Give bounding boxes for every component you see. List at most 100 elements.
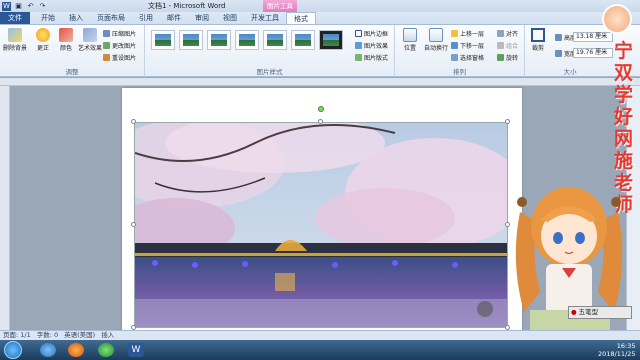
group-label-picture-styles: 图片样式 xyxy=(256,68,283,76)
change-picture-icon xyxy=(103,42,110,49)
picture-style-1[interactable] xyxy=(151,30,175,50)
bring-forward-button[interactable]: 上移一层 xyxy=(451,29,484,38)
send-backward-button[interactable]: 下移一层 xyxy=(451,41,484,50)
artistic-effects-icon xyxy=(83,28,97,42)
picture-style-4[interactable] xyxy=(235,30,259,50)
word-taskbar-icon[interactable]: W xyxy=(128,343,144,357)
bring-forward-icon xyxy=(451,30,458,37)
resize-handle-tl[interactable] xyxy=(131,119,136,124)
cherry-blossom-photo[interactable] xyxy=(134,122,508,328)
selection-pane-button[interactable]: 选择窗格 xyxy=(451,53,484,62)
crop-button[interactable]: 裁剪 xyxy=(527,28,549,52)
ribbon-tabs: 文件 开始 插入 页面布局 引用 邮件 审阅 视图 开发工具 格式 xyxy=(0,12,640,25)
ime-mode-icon: ● xyxy=(571,308,577,316)
remove-background-icon xyxy=(8,28,22,42)
picture-border-icon xyxy=(355,30,362,37)
photo-graphic xyxy=(135,123,507,327)
firefox-icon[interactable] xyxy=(68,343,84,357)
group-label-size: 大小 xyxy=(563,68,577,76)
picture-effects-icon xyxy=(355,42,362,49)
group-label-arrange: 排列 xyxy=(453,68,466,76)
resize-handle-ml[interactable] xyxy=(131,222,136,227)
width-icon xyxy=(555,50,562,57)
selection-pane-icon xyxy=(451,54,458,61)
picture-style-2[interactable] xyxy=(179,30,203,50)
status-mode[interactable]: 插入 xyxy=(101,331,114,340)
picture-style-7[interactable] xyxy=(319,30,343,50)
picture-style-3[interactable] xyxy=(207,30,231,50)
tab-file[interactable]: 文件 xyxy=(0,12,30,24)
group-size: 裁剪 高度: 13.18 厘米 宽度: 19.76 厘米 大小 xyxy=(525,25,615,77)
corrections-button[interactable]: 更正 xyxy=(32,28,54,52)
tab-developer[interactable]: 开发工具 xyxy=(244,12,286,24)
tab-page-layout[interactable]: 页面布局 xyxy=(90,12,132,24)
width-input[interactable]: 19.76 厘米 xyxy=(573,48,613,58)
resize-handle-tm[interactable] xyxy=(318,119,323,124)
group-button[interactable]: 组合 xyxy=(497,41,518,50)
ime-toolbar[interactable]: ● 五笔型 xyxy=(568,306,632,319)
height-input[interactable]: 13.18 厘米 xyxy=(573,32,613,42)
position-icon xyxy=(403,28,417,42)
window-title: 文档1 - Microsoft Word xyxy=(148,2,226,10)
picture-style-6[interactable] xyxy=(291,30,315,50)
taskbar-clock[interactable]: 16:35 2018/11/25 xyxy=(598,342,635,358)
tab-references[interactable]: 引用 xyxy=(132,12,160,24)
color-button[interactable]: 颜色 xyxy=(55,28,77,52)
crop-icon xyxy=(531,28,545,42)
horizontal-ruler[interactable] xyxy=(0,78,640,86)
taskbar: W 16:35 2018/11/25 xyxy=(0,340,640,360)
ribbon: 删除背景 更正 颜色 艺术效果 压缩图片 更改图片 重设图片 调整 图片边框 图… xyxy=(0,25,640,77)
ie-icon[interactable] xyxy=(40,343,56,357)
resize-handle-tr[interactable] xyxy=(505,119,510,124)
status-bar: 页面: 1/1 字数: 0 英语(美国) 插入 xyxy=(0,330,640,340)
app-icon[interactable] xyxy=(98,343,114,357)
group-label-adjust: 调整 xyxy=(65,68,79,76)
picture-border-button[interactable]: 图片边框 xyxy=(355,29,388,38)
tab-home[interactable]: 开始 xyxy=(34,12,62,24)
redo-icon[interactable]: ↷ xyxy=(38,2,47,11)
undo-icon[interactable]: ↶ xyxy=(26,2,35,11)
picture-style-5[interactable] xyxy=(263,30,287,50)
status-words[interactable]: 字数: 0 xyxy=(37,331,58,340)
start-button[interactable] xyxy=(4,341,22,359)
wrap-text-icon xyxy=(429,28,443,42)
align-icon xyxy=(497,30,504,37)
word-app-icon: W xyxy=(2,1,11,11)
position-button[interactable]: 位置 xyxy=(399,28,421,52)
artistic-effects-button[interactable]: 艺术效果 xyxy=(78,28,102,52)
remove-background-button[interactable]: 删除背景 xyxy=(2,28,28,52)
group-arrange: 位置 自动换行 上移一层 下移一层 选择窗格 对齐 组合 旋转 排列 xyxy=(395,25,525,77)
title-bar: W ▣ ↶ ↷ 文档1 - Microsoft Word 图片工具 xyxy=(0,0,640,12)
compress-icon xyxy=(103,30,110,37)
wrap-text-button[interactable]: 自动换行 xyxy=(423,28,449,52)
clock-date: 2018/11/25 xyxy=(598,350,636,358)
tab-review[interactable]: 审阅 xyxy=(188,12,216,24)
rotate-handle[interactable] xyxy=(318,106,324,112)
change-picture-button[interactable]: 更改图片 xyxy=(103,41,136,50)
picture-layout-button[interactable]: 图片版式 xyxy=(355,53,388,62)
status-language[interactable]: 英语(美国) xyxy=(64,331,95,340)
tab-view[interactable]: 视图 xyxy=(216,12,244,24)
vertical-ruler[interactable] xyxy=(0,86,10,330)
tab-mailings[interactable]: 邮件 xyxy=(160,12,188,24)
context-tool-label: 图片工具 xyxy=(263,0,297,12)
group-picture-styles: 图片边框 图片效果 图片版式 图片样式 xyxy=(145,25,395,77)
clock-time: 16:35 xyxy=(616,342,636,350)
tab-format[interactable]: 格式 xyxy=(286,12,316,24)
height-icon xyxy=(555,34,562,41)
reset-picture-button[interactable]: 重设图片 xyxy=(103,53,136,62)
presenter-avatar xyxy=(602,4,632,34)
status-page[interactable]: 页面: 1/1 xyxy=(3,331,31,340)
reset-picture-icon xyxy=(103,54,110,61)
rotate-icon xyxy=(497,54,504,61)
color-icon xyxy=(59,28,73,42)
tab-insert[interactable]: 插入 xyxy=(62,12,90,24)
sun-icon xyxy=(36,28,50,42)
ime-label: 五笔型 xyxy=(578,308,599,316)
compress-pictures-button[interactable]: 压缩图片 xyxy=(103,29,136,38)
picture-effects-button[interactable]: 图片效果 xyxy=(355,41,388,50)
align-button[interactable]: 对齐 xyxy=(497,29,518,38)
rotate-button[interactable]: 旋转 xyxy=(497,53,518,62)
send-backward-icon xyxy=(451,42,458,49)
save-icon[interactable]: ▣ xyxy=(14,2,23,11)
